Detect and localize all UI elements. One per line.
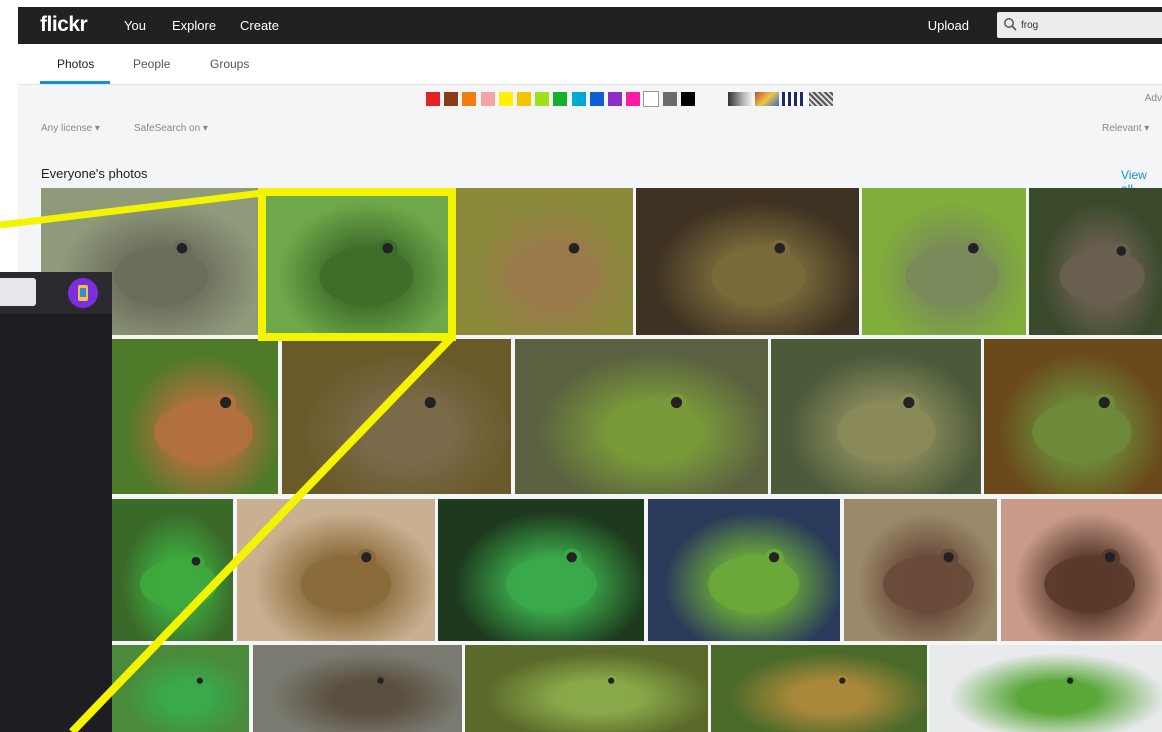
frog-image <box>505 548 597 613</box>
safesearch-filter[interactable]: SafeSearch on ▾ <box>134 123 208 134</box>
flickr-logo[interactable]: flickr <box>40 13 88 37</box>
style-swatch-black-and-white[interactable] <box>728 92 752 106</box>
frog-image <box>882 548 974 613</box>
color-swatch[interactable] <box>608 92 622 106</box>
photo-thumbnail[interactable] <box>262 188 452 335</box>
style-swatch-shallow-depth[interactable] <box>755 92 779 106</box>
photo-thumbnail[interactable] <box>930 645 1162 732</box>
frog-image <box>159 675 216 715</box>
color-swatch[interactable] <box>426 92 440 106</box>
photo-thumbnail[interactable] <box>711 645 927 732</box>
frog-image <box>1059 242 1145 303</box>
photo-thumbnail[interactable] <box>862 188 1026 335</box>
nav-create[interactable]: Create <box>240 18 279 33</box>
color-swatch[interactable] <box>680 92 695 106</box>
frog-image <box>570 675 627 715</box>
tab-people[interactable]: People <box>133 57 170 71</box>
photo-thumbnail[interactable] <box>648 499 840 641</box>
avatar[interactable] <box>68 278 98 308</box>
active-tab-indicator <box>40 81 110 84</box>
top-navbar: flickr You Explore Create Upload <box>18 7 1162 44</box>
photo-thumbnail[interactable] <box>465 645 708 732</box>
color-swatch[interactable] <box>662 92 677 106</box>
tab-groups[interactable]: Groups <box>210 57 249 71</box>
photo-thumbnail[interactable] <box>515 339 768 494</box>
photo-thumbnail[interactable] <box>844 499 997 641</box>
photo-thumbnail[interactable] <box>771 339 981 494</box>
tab-photos[interactable]: Photos <box>57 57 94 71</box>
frog-image <box>505 239 600 306</box>
style-swatch-patterns[interactable] <box>809 92 833 106</box>
frog-image <box>340 675 396 715</box>
overlay-search-field[interactable] <box>0 278 36 306</box>
color-swatch[interactable] <box>444 92 459 106</box>
photo-thumbnail[interactable] <box>1001 499 1162 641</box>
color-swatch[interactable] <box>589 92 604 106</box>
search-tabs: Photos People Groups <box>18 44 1162 85</box>
license-filter[interactable]: Any license ▾ <box>41 123 100 134</box>
color-swatch[interactable] <box>553 92 568 106</box>
frog-image <box>319 239 414 306</box>
color-swatch[interactable] <box>535 92 550 106</box>
photo-thumbnail[interactable] <box>237 499 435 641</box>
advanced-link[interactable]: Adv <box>1145 93 1162 104</box>
photo-thumbnail[interactable] <box>112 499 233 641</box>
nav-you[interactable]: You <box>124 18 146 33</box>
sort-filter[interactable]: Relevant ▾ <box>1102 123 1149 134</box>
color-swatch[interactable] <box>626 92 641 106</box>
photo-thumbnail[interactable] <box>112 645 249 732</box>
frog-image <box>1032 393 1132 463</box>
frog-image <box>711 239 806 306</box>
photo-thumbnail[interactable] <box>438 499 644 641</box>
search-box[interactable] <box>997 12 1162 38</box>
frog-image <box>153 393 253 463</box>
frog-image <box>1029 675 1086 715</box>
color-swatch[interactable] <box>517 92 531 106</box>
overlay-window <box>0 272 112 732</box>
frog-image <box>300 548 392 613</box>
upload-link[interactable]: Upload <box>928 18 969 33</box>
frog-image <box>1044 548 1135 613</box>
frog-image <box>358 393 458 463</box>
frog-image <box>836 393 937 463</box>
photo-thumbnail[interactable] <box>253 645 462 732</box>
color-swatch[interactable] <box>571 92 586 106</box>
frog-image <box>139 553 218 609</box>
photo-thumbnail[interactable] <box>282 339 511 494</box>
color-swatch[interactable] <box>462 92 477 106</box>
search-icon <box>1003 17 1017 36</box>
photo-thumbnail[interactable] <box>636 188 859 335</box>
color-swatch[interactable] <box>643 91 660 107</box>
search-input[interactable] <box>1019 16 1162 34</box>
frog-image <box>801 675 858 715</box>
photo-thumbnail[interactable] <box>455 188 633 335</box>
overlay-window-header <box>0 272 112 314</box>
color-swatch[interactable] <box>480 92 495 106</box>
frog-image <box>905 239 1000 306</box>
photo-thumbnail[interactable] <box>1029 188 1162 335</box>
photo-thumbnail[interactable] <box>112 339 278 494</box>
phone-icon <box>78 285 88 301</box>
section-title: Everyone's photos <box>41 166 148 181</box>
photo-thumbnail[interactable] <box>984 339 1162 494</box>
nav-explore[interactable]: Explore <box>172 18 216 33</box>
color-swatch[interactable] <box>498 92 513 106</box>
style-swatch-minimalist[interactable] <box>782 92 806 106</box>
frog-image <box>708 548 800 613</box>
frog-image <box>604 393 704 463</box>
